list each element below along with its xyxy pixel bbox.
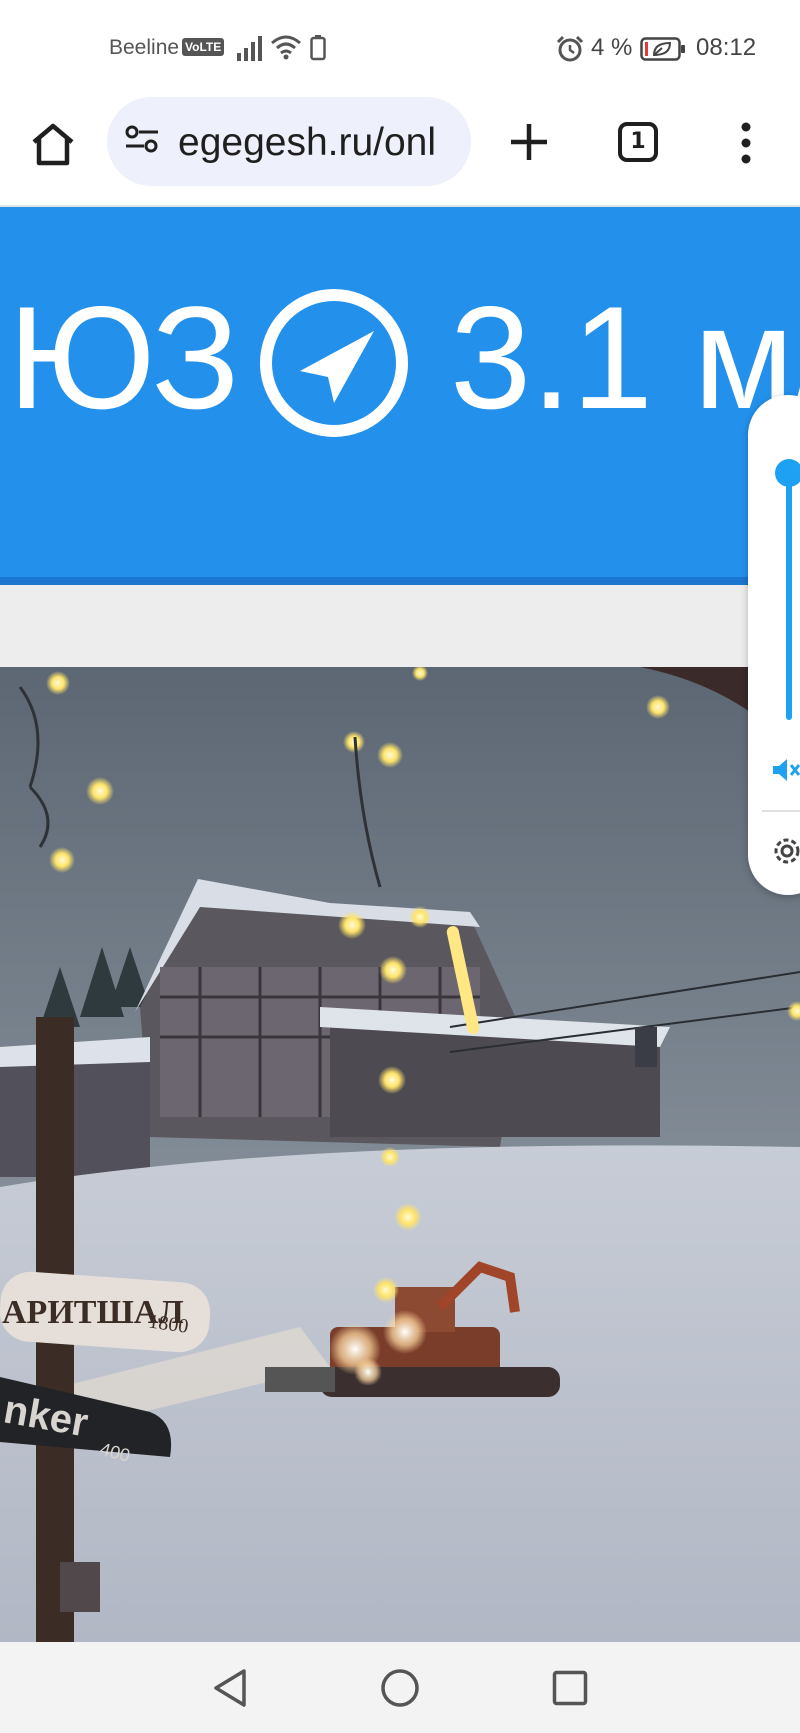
compass-arrow-icon [260,289,408,437]
volume-slider-thumb[interactable] [775,459,800,487]
carrier-label: Beeline [109,36,180,59]
volume-divider [762,810,800,812]
signal-icon [237,36,262,61]
wifi-icon [271,35,301,60]
battery-low-icon [640,37,685,61]
alarm-icon [556,35,584,62]
url-text[interactable]: egegesh.ru/onl [178,121,458,165]
tab-switcher-button[interactable]: 1 [618,122,658,162]
volte-badge: VoLTE [182,38,225,56]
back-icon[interactable] [212,1668,248,1708]
wind-direction: ЮЗ [8,276,240,439]
home-icon[interactable] [28,120,78,170]
home-circle-icon[interactable] [380,1668,420,1708]
volume-slider-track[interactable] [786,460,792,720]
content-spacer [0,585,800,667]
plus-icon[interactable] [505,118,553,166]
sim-icon [310,35,326,61]
wind-speed: 3.1 м/ [450,276,800,439]
site-settings-icon[interactable] [124,124,160,154]
more-vert-icon[interactable] [736,120,756,166]
wind-banner: ЮЗ 3.1 м/ [0,207,800,587]
webcam-image[interactable]: АРИТШАЛ 1800 nker 400 [0,667,800,1642]
speaker-icon[interactable] [770,755,800,785]
recents-icon[interactable] [552,1670,588,1706]
clock: 08:12 [696,34,757,61]
gear-icon[interactable] [770,834,800,868]
battery-percent: 4 % [591,34,633,61]
